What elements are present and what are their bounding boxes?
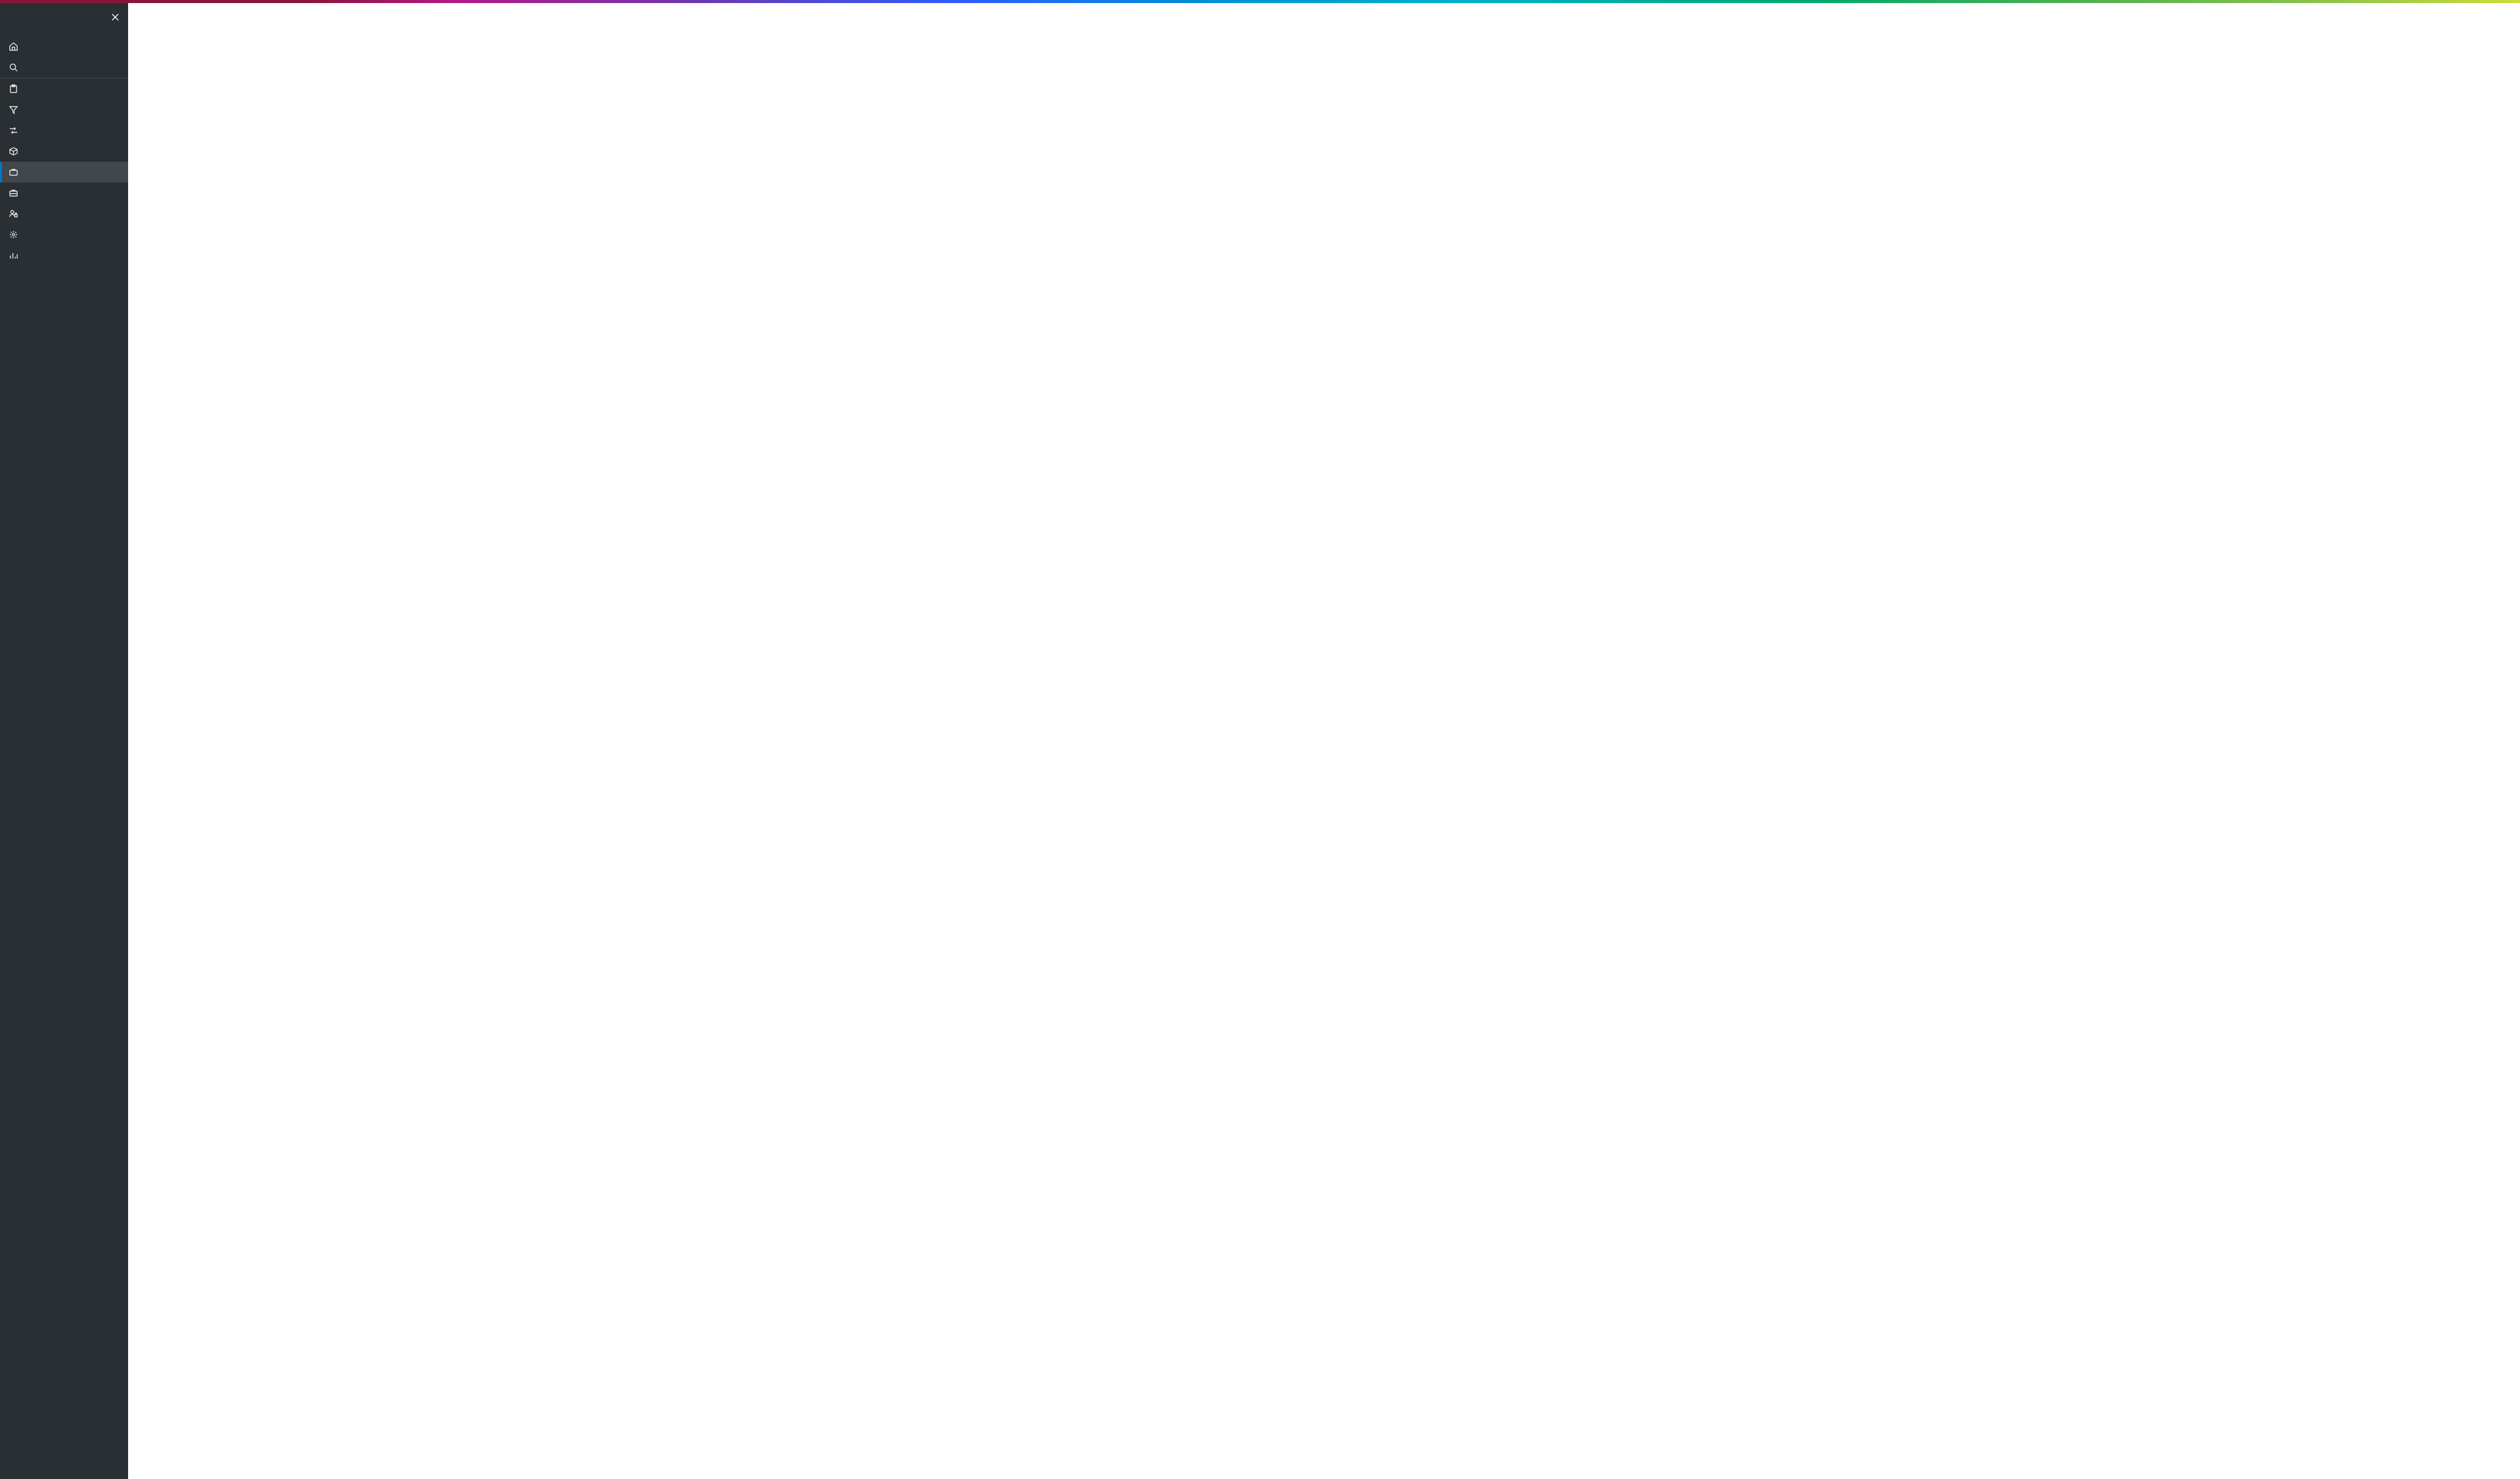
sidebar-nav bbox=[0, 32, 128, 266]
sidebar-item-software-modules[interactable] bbox=[0, 183, 128, 203]
sidebar-item-actions[interactable] bbox=[0, 120, 128, 141]
close-icon[interactable] bbox=[111, 12, 120, 23]
sidebar-item-services[interactable] bbox=[0, 57, 128, 78]
sidebar-item-distribution-sets[interactable] bbox=[0, 162, 128, 183]
search-icon bbox=[9, 62, 18, 72]
sidebar-item-rollouts[interactable] bbox=[0, 141, 128, 162]
sidebar bbox=[0, 3, 128, 1479]
briefcase-icon bbox=[9, 167, 18, 177]
clipboard-icon bbox=[9, 84, 18, 94]
sidebar-item-targets[interactable] bbox=[0, 78, 128, 99]
user-lock-icon bbox=[9, 209, 18, 219]
sidebar-item-target-filters[interactable] bbox=[0, 99, 128, 120]
bars-icon bbox=[9, 251, 18, 260]
gear-icon bbox=[9, 230, 18, 240]
filter-icon bbox=[9, 105, 18, 115]
sidebar-item-quotas[interactable] bbox=[0, 245, 128, 266]
sidebar-item-configuration[interactable] bbox=[0, 224, 128, 245]
cube-icon bbox=[9, 146, 18, 156]
briefcase-outline-icon bbox=[9, 188, 18, 198]
sidebar-item-access-control[interactable] bbox=[0, 203, 128, 224]
home-icon bbox=[9, 42, 18, 51]
arrows-icon bbox=[9, 126, 18, 135]
sidebar-item-home[interactable] bbox=[0, 36, 128, 57]
